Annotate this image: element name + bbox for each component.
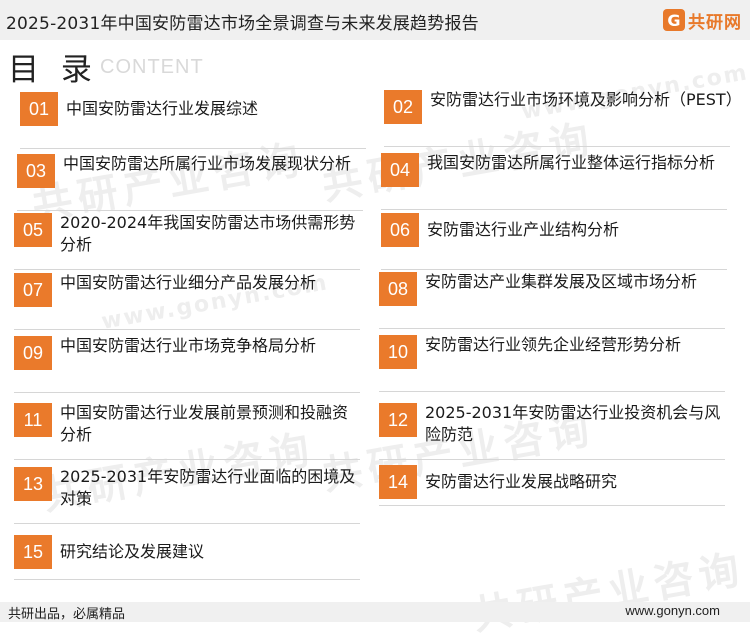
toc-item-label: 中国安防雷达行业发展前景预测和投融资分析 <box>60 403 349 444</box>
toc-item-number: 11 <box>14 403 52 437</box>
logo-text: 共研网 <box>688 12 742 33</box>
divider <box>20 148 366 149</box>
toc-item[interactable]: 09 中国安防雷达行业市场竞争格局分析 <box>14 336 360 394</box>
toc-item[interactable]: 12 2025-2031年安防雷达行业投资机会与风险防范 <box>379 403 725 461</box>
footer-slogan: 共研出品，必属精品 <box>8 607 126 622</box>
toc-item-number: 14 <box>379 465 417 499</box>
toc-item-label: 中国安防雷达行业发展综述 <box>66 99 259 118</box>
toc-item[interactable]: 07 中国安防雷达行业细分产品发展分析 <box>14 273 360 331</box>
divider <box>379 459 725 460</box>
logo-icon: G <box>663 9 685 31</box>
divider <box>14 269 360 270</box>
toc-item-number: 13 <box>14 467 52 501</box>
divider <box>379 505 725 506</box>
toc-item[interactable]: 02 安防雷达行业市场环境及影响分析（PEST） <box>384 90 742 148</box>
footer-url[interactable]: www.gonyn.com <box>625 603 720 618</box>
toc-heading: 目 录 <box>8 52 98 88</box>
brand-logo: G 共研网 <box>663 7 742 33</box>
toc-item[interactable]: 03 中国安防雷达所属行业市场发展现状分析 <box>17 154 363 212</box>
divider <box>14 459 360 460</box>
toc-item-number: 15 <box>14 535 52 569</box>
toc-item[interactable]: 15 研究结论及发展建议 <box>14 535 360 593</box>
toc-item-number: 06 <box>381 213 419 247</box>
toc-item[interactable]: 13 2025-2031年安防雷达行业面临的困境及对策 <box>14 467 360 525</box>
toc-item-number: 09 <box>14 336 52 370</box>
toc-item-number: 07 <box>14 273 52 307</box>
divider <box>379 328 725 329</box>
divider <box>17 210 363 211</box>
divider <box>384 146 730 147</box>
toc-item-number: 01 <box>20 92 58 126</box>
toc-item-number: 02 <box>384 90 422 124</box>
toc-item-number: 12 <box>379 403 417 437</box>
toc-item-label: 安防雷达行业产业结构分析 <box>427 220 620 239</box>
toc-item[interactable]: 04 我国安防雷达所属行业整体运行指标分析 <box>381 153 727 211</box>
header-bar: 2025-2031年中国安防雷达市场全景调查与未来发展趋势报告 G 共研网 <box>0 0 750 40</box>
toc-item-label: 我国安防雷达所属行业整体运行指标分析 <box>427 153 716 172</box>
toc-item[interactable]: 14 安防雷达行业发展战略研究 <box>379 465 725 523</box>
toc-subheading: CONTENT <box>100 56 204 78</box>
toc-item-number: 04 <box>381 153 419 187</box>
divider <box>379 391 725 392</box>
toc-item-label: 2025-2031年安防雷达行业面临的困境及对策 <box>60 467 356 508</box>
toc-item-label: 安防雷达行业市场环境及影响分析（PEST） <box>430 90 742 109</box>
toc-item[interactable]: 08 安防雷达产业集群发展及区域市场分析 <box>379 272 725 330</box>
toc-item[interactable]: 10 安防雷达行业领先企业经营形势分析 <box>379 335 725 393</box>
toc-item-label: 2020-2024年我国安防雷达市场供需形势分析 <box>60 213 356 254</box>
divider <box>14 579 360 580</box>
toc-item-number: 08 <box>379 272 417 306</box>
divider <box>381 269 727 270</box>
footer-bar: 共研出品，必属精品 www.gonyn.com <box>0 602 750 622</box>
toc-item-label: 安防雷达产业集群发展及区域市场分析 <box>425 272 698 291</box>
report-title: 2025-2031年中国安防雷达市场全景调查与未来发展趋势报告 <box>6 14 479 34</box>
toc-item-number: 10 <box>379 335 417 369</box>
toc-item-label: 安防雷达行业发展战略研究 <box>425 472 618 491</box>
toc-item-label: 中国安防雷达行业细分产品发展分析 <box>60 273 317 292</box>
toc-item-label: 研究结论及发展建议 <box>60 542 205 561</box>
divider <box>381 209 727 210</box>
toc-item-label: 中国安防雷达所属行业市场发展现状分析 <box>63 154 352 173</box>
toc-item-label: 2025-2031年安防雷达行业投资机会与风险防范 <box>425 403 721 444</box>
toc-item-number: 03 <box>17 154 55 188</box>
divider <box>14 523 360 524</box>
toc-item[interactable]: 06 安防雷达行业产业结构分析 <box>381 213 727 271</box>
divider <box>14 392 360 393</box>
toc-item-number: 05 <box>14 213 52 247</box>
toc-item-label: 安防雷达行业领先企业经营形势分析 <box>425 335 682 354</box>
watermark-text: 共研产业咨询 <box>468 546 749 640</box>
toc-item-label: 中国安防雷达行业市场竞争格局分析 <box>60 336 317 355</box>
divider <box>14 329 360 330</box>
toc-item[interactable]: 05 2020-2024年我国安防雷达市场供需形势分析 <box>14 213 360 271</box>
toc-item[interactable]: 11 中国安防雷达行业发展前景预测和投融资分析 <box>14 403 360 461</box>
toc-item[interactable]: 01 中国安防雷达行业发展综述 <box>20 92 366 150</box>
